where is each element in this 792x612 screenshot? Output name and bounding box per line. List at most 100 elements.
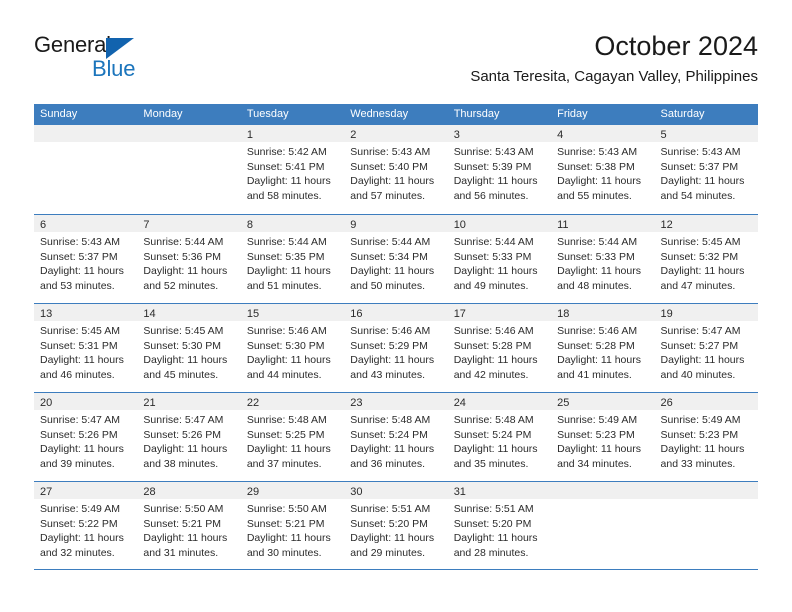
calendar-day-cell[interactable]: 3 Sunrise: 5:43 AM Sunset: 5:39 PM Daylight… — [447, 125, 552, 214]
calendar-day-cell[interactable]: 24 Sunrise: 5:48 AM Sunset: 5:24 PM Dayligh… — [447, 393, 552, 481]
calendar-day-cell[interactable]: 15 Sunrise: 5:46 AM Sunset: 5:30 PM Dayligh… — [240, 304, 345, 392]
day-number: 11 — [557, 219, 569, 231]
day-detail-line: and 29 minutes. — [350, 546, 425, 559]
day-detail-line: Daylight: 11 hours — [453, 265, 538, 277]
day-detail-line: Daylight: 11 hours — [246, 443, 331, 455]
day-detail-line: Daylight: 11 hours — [453, 532, 538, 544]
calendar-day-cell[interactable]: 14 Sunrise: 5:45 AM Sunset: 5:30 PM Dayligh… — [137, 304, 241, 392]
weekday-header-thursday: Thursday — [453, 108, 500, 120]
day-number: 18 — [557, 308, 570, 320]
day-detail-lines: Sunrise: 5:50 AM Sunset: 5:21 PM Daylight:… — [137, 499, 240, 560]
weekday-header-sunday: Sunday — [40, 108, 78, 120]
calendar-day-cell[interactable]: 26 Sunrise: 5:49 AM Sunset: 5:23 PM Dayligh… — [654, 393, 758, 481]
day-number: 30 — [350, 486, 363, 498]
day-detail-line: Sunrise: 5:45 AM — [143, 325, 224, 337]
calendar-day-cell[interactable]: 23 Sunrise: 5:48 AM Sunset: 5:24 PM Dayligh… — [344, 393, 448, 481]
calendar-day-cell[interactable]: 18 Sunrise: 5:46 AM Sunset: 5:28 PM Dayligh… — [551, 304, 655, 392]
calendar-day-cell[interactable]: 27 Sunrise: 5:49 AM Sunset: 5:22 PM Dayligh… — [34, 482, 138, 569]
day-detail-line: and 40 minutes. — [660, 368, 736, 381]
logo-text-general: General — [34, 32, 111, 57]
day-number-band: 26 — [654, 393, 758, 410]
day-detail-line: and 42 minutes. — [453, 368, 529, 381]
day-detail-line: and 28 minutes. — [453, 546, 529, 559]
calendar-day-cell[interactable]: 4 Sunrise: 5:43 AM Sunset: 5:38 PM Daylight… — [551, 125, 655, 214]
day-detail-line: Sunset: 5:23 PM — [557, 428, 635, 441]
calendar-day-cell[interactable]: 29 Sunrise: 5:50 AM Sunset: 5:21 PM Dayligh… — [240, 482, 345, 569]
calendar-day-cell[interactable]: 11 Sunrise: 5:44 AM Sunset: 5:33 PM Dayligh… — [551, 215, 655, 303]
day-detail-lines: Sunrise: 5:43 AM Sunset: 5:37 PM Daylight:… — [34, 232, 137, 293]
day-number-band — [551, 482, 655, 499]
calendar-day-cell[interactable]: 16 Sunrise: 5:46 AM Sunset: 5:29 PM Dayligh… — [344, 304, 448, 392]
day-detail-lines: Sunrise: 5:47 AM Sunset: 5:27 PM Daylight:… — [655, 321, 758, 382]
calendar-day-cell[interactable]: 7 Sunrise: 5:44 AM Sunset: 5:36 PM Daylight… — [137, 215, 241, 303]
day-detail-line: and 39 minutes. — [40, 457, 115, 470]
calendar-day-cell[interactable]: 5 Sunrise: 5:43 AM Sunset: 5:37 PM Daylight… — [654, 125, 758, 214]
day-detail-line: Sunset: 5:20 PM — [350, 517, 428, 530]
calendar-day-cell[interactable]: 21 Sunrise: 5:47 AM Sunset: 5:26 PM Dayligh… — [137, 393, 241, 481]
day-detail-line: Sunrise: 5:46 AM — [246, 325, 327, 337]
page-subtitle: Santa Teresita, Cagayan Valley, Philippi… — [470, 68, 758, 85]
day-detail-line: Sunset: 5:29 PM — [350, 339, 428, 352]
weekday-header-saturday: Saturday — [660, 108, 705, 120]
day-detail-line: Daylight: 11 hours — [40, 354, 124, 366]
day-number: 31 — [453, 486, 466, 498]
day-number-band: 18 — [551, 304, 655, 321]
day-detail-lines: Sunrise: 5:45 AM Sunset: 5:31 PM Daylight:… — [34, 321, 137, 382]
day-detail-line: Daylight: 11 hours — [660, 443, 745, 455]
calendar-day-cell[interactable]: 6 Sunrise: 5:43 AM Sunset: 5:37 PM Daylight… — [34, 215, 138, 303]
day-detail-line: Sunrise: 5:49 AM — [660, 414, 741, 426]
calendar-day-cell[interactable]: 12 Sunrise: 5:45 AM Sunset: 5:32 PM Dayligh… — [654, 215, 758, 303]
day-detail-line: Sunset: 5:21 PM — [143, 517, 222, 530]
day-number-band: 13 — [34, 304, 138, 321]
day-detail-lines: Sunrise: 5:43 AM Sunset: 5:40 PM Daylight:… — [344, 142, 447, 203]
day-detail-line: Daylight: 11 hours — [453, 443, 538, 455]
calendar-day-cell[interactable]: 2 Sunrise: 5:43 AM Sunset: 5:40 PM Daylight… — [344, 125, 448, 214]
calendar-day-cell[interactable]: 31 Sunrise: 5:51 AM Sunset: 5:20 PM Dayligh… — [447, 482, 552, 569]
day-number-band: 17 — [447, 304, 552, 321]
calendar-day-cell[interactable]: 1 Sunrise: 5:42 AM Sunset: 5:41 PM Daylight… — [240, 125, 345, 214]
day-detail-lines: Sunrise: 5:49 AM Sunset: 5:22 PM Daylight:… — [34, 499, 137, 560]
day-number-band: 6 — [34, 215, 138, 232]
day-number-band: 30 — [344, 482, 448, 499]
day-detail-line: Daylight: 11 hours — [246, 265, 331, 277]
calendar-day-cell[interactable]: 28 Sunrise: 5:50 AM Sunset: 5:21 PM Dayligh… — [137, 482, 241, 569]
day-number-band: 19 — [654, 304, 758, 321]
calendar-day-cell[interactable]: 25 Sunrise: 5:49 AM Sunset: 5:23 PM Dayligh… — [551, 393, 655, 481]
day-detail-line: and 47 minutes. — [660, 279, 736, 292]
day-detail-lines: Sunrise: 5:48 AM Sunset: 5:24 PM Daylight:… — [448, 410, 551, 471]
logo-text-blue: Blue — [92, 56, 136, 81]
day-detail-line: and 55 minutes. — [557, 189, 632, 202]
calendar-day-cell[interactable]: 19 Sunrise: 5:47 AM Sunset: 5:27 PM Dayligh… — [654, 304, 758, 392]
day-detail-line: Sunrise: 5:44 AM — [350, 236, 431, 248]
calendar-day-cell[interactable]: 17 Sunrise: 5:46 AM Sunset: 5:28 PM Dayligh… — [447, 304, 552, 392]
calendar-day-cell[interactable]: 20 Sunrise: 5:47 AM Sunset: 5:26 PM Dayligh… — [34, 393, 138, 481]
day-number-band: 9 — [344, 215, 448, 232]
day-detail-line: Sunset: 5:37 PM — [660, 160, 739, 173]
calendar-day-cell[interactable]: 9 Sunrise: 5:44 AM Sunset: 5:34 PM Daylight… — [344, 215, 448, 303]
day-detail-line: and 41 minutes. — [557, 368, 632, 381]
day-detail-line: Sunrise: 5:45 AM — [660, 236, 741, 248]
calendar-week-row: 27 Sunrise: 5:49 AM Sunset: 5:22 PM Dayligh… — [34, 481, 758, 570]
day-detail-lines: Sunrise: 5:44 AM Sunset: 5:34 PM Daylight:… — [344, 232, 447, 293]
day-number: 14 — [143, 308, 156, 320]
day-number: 19 — [660, 308, 673, 320]
calendar-day-cell[interactable]: 13 Sunrise: 5:45 AM Sunset: 5:31 PM Dayligh… — [34, 304, 138, 392]
day-detail-line: Sunrise: 5:42 AM — [246, 146, 327, 158]
day-detail-line: and 33 minutes. — [660, 457, 736, 470]
day-number-band: 27 — [34, 482, 138, 499]
calendar-day-cell[interactable]: 22 Sunrise: 5:48 AM Sunset: 5:25 PM Dayligh… — [240, 393, 345, 481]
day-detail-line: Sunrise: 5:43 AM — [660, 146, 741, 158]
day-number: 15 — [246, 308, 260, 320]
day-detail-line: Sunset: 5:39 PM — [453, 160, 532, 173]
day-number: 22 — [246, 397, 260, 409]
generalblue-logo[interactable]: General Blue — [34, 32, 164, 88]
day-detail-line: Sunset: 5:34 PM — [350, 250, 428, 263]
day-number: 1 — [246, 129, 253, 141]
calendar-day-cell[interactable]: 8 Sunrise: 5:44 AM Sunset: 5:35 PM Daylight… — [240, 215, 345, 303]
day-detail-lines — [137, 142, 240, 145]
day-number-band: 24 — [447, 393, 552, 410]
day-detail-lines: Sunrise: 5:44 AM Sunset: 5:36 PM Daylight:… — [137, 232, 240, 293]
calendar-day-cell[interactable]: 30 Sunrise: 5:51 AM Sunset: 5:20 PM Dayligh… — [344, 482, 448, 569]
day-number-band: 3 — [447, 125, 552, 142]
calendar-day-cell[interactable]: 10 Sunrise: 5:44 AM Sunset: 5:33 PM Dayligh… — [447, 215, 552, 303]
